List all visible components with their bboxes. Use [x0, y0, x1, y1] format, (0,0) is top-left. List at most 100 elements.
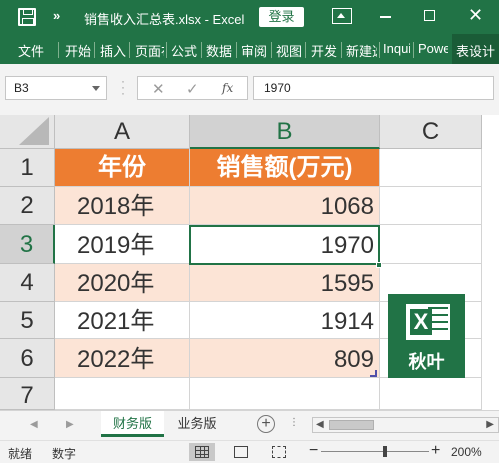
row-header-3[interactable]: 3 — [0, 225, 55, 264]
insert-function-icon[interactable]: fx — [222, 81, 233, 95]
tab-data[interactable]: 数据 — [206, 41, 232, 60]
column-header-c[interactable]: C — [380, 115, 482, 149]
zoom-out-button[interactable]: − — [309, 442, 318, 460]
tab-new[interactable]: 新建选项卡 — [346, 41, 377, 60]
cell-a6[interactable]: 2022年 — [55, 339, 190, 378]
status-bar: 就绪 数字 − + 200% — [0, 440, 499, 463]
status-ready: 就绪 — [8, 447, 33, 461]
sheet-tab-bar: ◀ ▶ 财务版 业务版 + ⋮ ◀ ▶ — [0, 410, 499, 440]
tab-separator — [413, 42, 414, 58]
scroll-right-arrow-icon[interactable]: ▶ — [486, 419, 494, 430]
customize-qat-icon[interactable]: » — [53, 8, 60, 23]
tab-separator — [201, 42, 202, 58]
zoom-slider[interactable] — [321, 451, 429, 452]
tab-separator — [236, 42, 237, 58]
close-icon[interactable]: ✕ — [468, 6, 483, 24]
ribbon-collapsed-area — [0, 64, 499, 76]
enter-icon[interactable]: ✓ — [186, 80, 199, 98]
row-header-5[interactable]: 5 — [0, 302, 55, 339]
tab-separator — [58, 42, 59, 58]
sheet-tab-business[interactable]: 业务版 — [166, 411, 228, 437]
status-num: 数字 — [52, 447, 77, 461]
cancel-icon[interactable]: ✕ — [152, 80, 165, 98]
normal-view-button[interactable] — [189, 443, 215, 461]
tab-power-pivot[interactable]: Power Pivot — [418, 41, 448, 56]
tab-separator — [129, 42, 130, 58]
tab-developer[interactable]: 开发工具 — [311, 41, 337, 60]
cell-c3[interactable] — [380, 225, 482, 264]
fill-handle[interactable] — [376, 262, 382, 268]
tab-view[interactable]: 视图 — [276, 41, 302, 60]
tab-separator — [271, 42, 272, 58]
cell-c1[interactable] — [380, 149, 482, 187]
tab-insert[interactable]: 插入 — [100, 41, 126, 60]
tab-separator — [341, 42, 342, 58]
title-bar: » 销售收入汇总表.xlsx - Excel 登录 ✕ — [0, 0, 499, 34]
page-break-view-button[interactable] — [266, 443, 292, 461]
formula-bar: B3 · · · ✕ ✓ fx 1970 — [0, 75, 499, 100]
zoom-level[interactable]: 200% — [451, 445, 482, 459]
name-box-value: B3 — [14, 81, 29, 95]
cell-b7[interactable] — [190, 378, 380, 410]
cell-b6[interactable]: 809 — [190, 339, 380, 378]
select-all-corner[interactable] — [0, 115, 55, 149]
logo-x-mark: X — [410, 309, 432, 335]
column-header-b[interactable]: B — [190, 115, 380, 149]
ribbon-tabs: 文件 开始 插入 页面布局 公式 数据 审阅 视图 开发工具 新建选项卡 Inq… — [0, 34, 499, 64]
sheet-tab-finance[interactable]: 财务版 — [101, 411, 164, 437]
tab-table-design[interactable]: 表设计 — [456, 41, 496, 60]
row-header-6[interactable]: 6 — [0, 339, 55, 378]
vertical-scrollbar-area — [482, 115, 499, 410]
tab-file[interactable]: 文件 — [18, 41, 44, 60]
tab-review[interactable]: 审阅 — [241, 41, 267, 60]
more-options-icon[interactable]: ⋮ — [289, 417, 299, 428]
cell-a7[interactable] — [55, 378, 190, 410]
tab-inquire[interactable]: Inquire — [383, 41, 410, 56]
chevron-down-icon[interactable] — [92, 86, 100, 91]
scroll-left-icon[interactable]: ◀ — [30, 419, 38, 430]
column-header-a[interactable]: A — [55, 115, 190, 149]
grip-icon[interactable]: · · · — [121, 75, 125, 99]
formula-buttons: ✕ ✓ fx — [137, 76, 248, 100]
cell-b1[interactable]: 销售额(万元) — [190, 149, 380, 187]
tab-page-layout[interactable]: 页面布局 — [135, 41, 164, 60]
row-header-1[interactable]: 1 — [0, 149, 55, 187]
row-header-7[interactable]: 7 — [0, 378, 55, 410]
cell-a1[interactable]: 年份 — [55, 149, 190, 187]
page-layout-icon — [234, 446, 248, 458]
horizontal-scrollbar[interactable]: ◀ ▶ — [312, 417, 499, 433]
cell-c7[interactable] — [380, 378, 482, 410]
cell-a2[interactable]: 2018年 — [55, 187, 190, 225]
cell-c2[interactable] — [380, 187, 482, 225]
cell-b5[interactable]: 1914 — [190, 302, 380, 339]
cell-b2[interactable]: 1068 — [190, 187, 380, 225]
cell-a3[interactable]: 2019年 — [55, 225, 190, 264]
zoom-slider-thumb[interactable] — [383, 446, 387, 457]
tab-formulas[interactable]: 公式 — [171, 41, 197, 60]
add-sheet-button[interactable]: + — [257, 415, 275, 433]
login-button[interactable]: 登录 — [259, 7, 304, 27]
row-header-4[interactable]: 4 — [0, 264, 55, 302]
page-layout-view-button[interactable] — [228, 443, 254, 461]
tab-separator — [166, 42, 167, 58]
cell-b4[interactable]: 1595 — [190, 264, 380, 302]
row-header-2[interactable]: 2 — [0, 187, 55, 225]
save-icon[interactable] — [18, 8, 36, 26]
minimize-icon[interactable] — [380, 16, 391, 18]
zoom-in-button[interactable]: + — [431, 442, 440, 460]
name-box[interactable]: B3 — [5, 76, 107, 100]
scrollbar-thumb[interactable] — [329, 420, 374, 430]
scroll-left-arrow-icon[interactable]: ◀ — [316, 419, 324, 430]
logo-text: 秋叶 — [408, 352, 445, 372]
maximize-icon[interactable] — [424, 10, 435, 21]
tab-home[interactable]: 开始 — [65, 41, 91, 60]
cell-a5[interactable]: 2021年 — [55, 302, 190, 339]
tab-separator — [94, 42, 95, 58]
table-resize-handle[interactable] — [370, 370, 377, 377]
formula-input[interactable]: 1970 — [253, 76, 494, 100]
formula-bar-gap — [0, 100, 499, 115]
ribbon-display-icon[interactable] — [332, 8, 352, 24]
scroll-right-icon[interactable]: ▶ — [66, 419, 74, 430]
tab-separator — [379, 42, 380, 58]
cell-a4[interactable]: 2020年 — [55, 264, 190, 302]
